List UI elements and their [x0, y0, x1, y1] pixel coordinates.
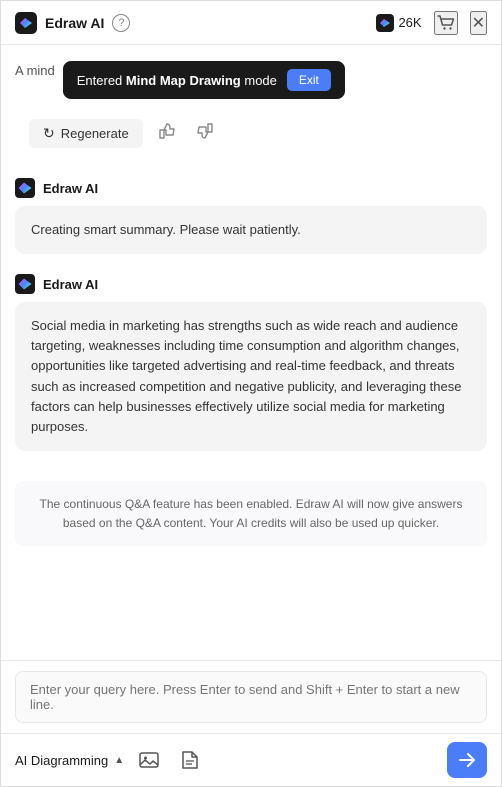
bottom-toolbar: AI Diagramming ▲ — [1, 733, 501, 786]
ai-diagramming-label: AI Diagramming — [15, 753, 108, 768]
message-content-1: Creating smart summary. Please wait pati… — [31, 222, 301, 237]
header: Edraw AI ? — [1, 1, 501, 45]
input-area — [1, 660, 501, 733]
sender-row-2: Edraw AI — [15, 274, 487, 294]
app-logo-icon — [15, 12, 37, 34]
sender-row-1: Edraw AI — [15, 178, 487, 198]
message-content-2: Social media in marketing has strengths … — [31, 318, 461, 434]
sender-name-1: Edraw AI — [43, 181, 98, 196]
app-window: Edraw AI ? — [0, 0, 502, 787]
thumbs-up-button[interactable] — [153, 117, 181, 150]
info-note: The continuous Q&A feature has been enab… — [15, 481, 487, 546]
header-right: 26K ✕ — [376, 11, 487, 35]
thumbs-down-button[interactable] — [191, 117, 219, 150]
regenerate-button[interactable]: ↻ Regenerate — [29, 119, 143, 148]
sender-logo-icon-2 — [15, 274, 35, 294]
message-block-1: Edraw AI Creating smart summary. Please … — [15, 178, 487, 254]
toast-text: Entered Mind Map Drawing mode — [77, 73, 277, 88]
document-toolbar-button[interactable] — [174, 745, 204, 775]
close-button[interactable]: ✕ — [470, 11, 487, 35]
toast-bold-text: Mind Map Drawing — [126, 73, 241, 88]
image-toolbar-button[interactable] — [134, 745, 164, 775]
header-left: Edraw AI ? — [15, 12, 130, 34]
message-bubble-1: Creating smart summary. Please wait pati… — [15, 206, 487, 254]
cart-button[interactable] — [434, 11, 458, 35]
toast-text-before: Entered — [77, 73, 126, 88]
regenerate-icon: ↻ — [43, 125, 55, 142]
dropdown-arrow-icon: ▲ — [114, 755, 124, 766]
credits-logo-icon — [376, 14, 394, 32]
send-button[interactable] — [447, 742, 487, 778]
help-icon[interactable]: ? — [112, 14, 130, 32]
credits-badge: 26K — [376, 14, 421, 32]
ai-diagramming-button[interactable]: AI Diagramming ▲ — [15, 753, 124, 768]
app-title: Edraw AI — [45, 15, 104, 31]
regenerate-label: Regenerate — [61, 126, 129, 141]
query-input[interactable] — [15, 671, 487, 723]
toast-prefix: A mind — [15, 61, 55, 78]
chat-area: A mind Entered Mind Map Drawing mode Exi… — [1, 45, 501, 660]
toast-text-after: mode — [241, 73, 277, 88]
sender-name-2: Edraw AI — [43, 277, 98, 292]
regenerate-bar: ↻ Regenerate — [15, 109, 487, 158]
message-bubble-2: Social media in marketing has strengths … — [15, 302, 487, 451]
sender-logo-icon-1 — [15, 178, 35, 198]
credits-count: 26K — [398, 15, 421, 30]
exit-button[interactable]: Exit — [287, 69, 331, 91]
toast-row: A mind Entered Mind Map Drawing mode Exi… — [15, 61, 487, 99]
message-block-2: Edraw AI Social media in marketing has s… — [15, 274, 487, 451]
toast-bubble: Entered Mind Map Drawing mode Exit — [63, 61, 345, 99]
